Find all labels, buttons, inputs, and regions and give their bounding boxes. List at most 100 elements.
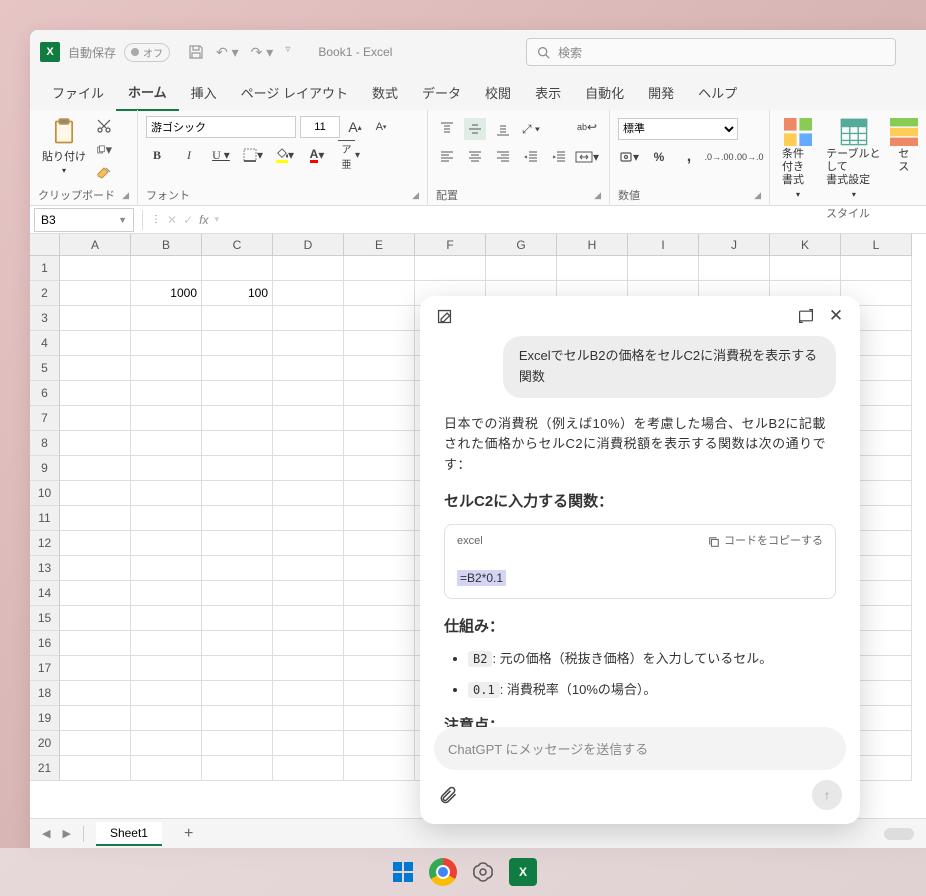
cell[interactable] (60, 756, 131, 781)
number-format-select[interactable]: 標準 (618, 118, 738, 140)
horizontal-scroll-icon[interactable] (884, 828, 914, 840)
copy-code-button[interactable]: コードをコピーする (708, 533, 823, 551)
cell[interactable] (60, 456, 131, 481)
cell[interactable] (60, 581, 131, 606)
conditional-format-button[interactable]: 条件付き 書式▾ (778, 114, 818, 203)
increase-decimal-icon[interactable]: .0→.00 (708, 146, 730, 168)
cell[interactable] (273, 481, 344, 506)
cell[interactable] (131, 581, 202, 606)
dialog-launcher-icon[interactable]: ◢ (412, 190, 419, 201)
decrease-decimal-icon[interactable]: .00→.0 (738, 146, 760, 168)
wrap-text-icon[interactable]: ab↩ (573, 116, 601, 138)
name-box[interactable]: B3 ▼ (34, 208, 134, 232)
expand-icon[interactable] (796, 306, 816, 326)
cell[interactable] (60, 281, 131, 306)
cell[interactable] (273, 431, 344, 456)
row-header[interactable]: 11 (30, 506, 60, 531)
chrome-icon[interactable] (429, 858, 457, 886)
enter-formula-icon[interactable]: ✓ (183, 213, 193, 227)
cell[interactable] (60, 381, 131, 406)
cell[interactable] (202, 756, 273, 781)
cell[interactable] (486, 256, 557, 281)
edit-icon[interactable] (434, 306, 454, 326)
cell[interactable] (699, 256, 770, 281)
cell[interactable] (131, 681, 202, 706)
cell[interactable] (60, 356, 131, 381)
undo-icon[interactable]: ↶ ▾ (216, 44, 239, 61)
cell[interactable] (273, 581, 344, 606)
cell[interactable] (344, 581, 415, 606)
cell[interactable] (273, 506, 344, 531)
cell[interactable] (202, 406, 273, 431)
cell[interactable] (202, 631, 273, 656)
row-header[interactable]: 20 (30, 731, 60, 756)
cell[interactable] (273, 256, 344, 281)
windows-start-icon[interactable] (389, 858, 417, 886)
accounting-format-icon[interactable]: ▾ (618, 146, 640, 168)
border-button[interactable]: ▾ (242, 144, 264, 166)
cell[interactable] (131, 731, 202, 756)
cell[interactable] (344, 406, 415, 431)
fx-icon[interactable]: fx (199, 213, 208, 227)
cell[interactable] (202, 431, 273, 456)
cell[interactable] (344, 706, 415, 731)
cell[interactable] (131, 506, 202, 531)
format-as-table-button[interactable]: テーブルとして 書式設定▾ (822, 114, 885, 203)
row-header[interactable]: 10 (30, 481, 60, 506)
row-header[interactable]: 5 (30, 356, 60, 381)
save-icon[interactable] (188, 44, 204, 61)
cell[interactable] (202, 656, 273, 681)
align-bottom-icon[interactable] (492, 118, 514, 140)
cell[interactable] (202, 731, 273, 756)
column-header[interactable]: I (628, 234, 699, 256)
cell[interactable] (60, 306, 131, 331)
row-header[interactable]: 19 (30, 706, 60, 731)
excel-taskbar-icon[interactable]: X (509, 858, 537, 886)
tab-ヘルプ[interactable]: ヘルプ (686, 75, 749, 110)
cell[interactable] (273, 406, 344, 431)
cell[interactable] (344, 606, 415, 631)
cell[interactable] (344, 656, 415, 681)
cell[interactable] (202, 681, 273, 706)
cell[interactable] (273, 356, 344, 381)
cell[interactable] (60, 556, 131, 581)
cell[interactable] (202, 606, 273, 631)
cell[interactable] (131, 481, 202, 506)
cell[interactable] (344, 506, 415, 531)
cell[interactable] (202, 556, 273, 581)
cell[interactable] (131, 256, 202, 281)
tab-ファイル[interactable]: ファイル (40, 75, 116, 110)
cell[interactable] (202, 481, 273, 506)
cell[interactable] (202, 581, 273, 606)
cell[interactable] (344, 631, 415, 656)
cell[interactable] (60, 681, 131, 706)
cell[interactable] (60, 631, 131, 656)
column-header[interactable]: B (131, 234, 202, 256)
align-top-icon[interactable] (436, 118, 458, 140)
column-header[interactable]: L (841, 234, 912, 256)
increase-indent-icon[interactable] (548, 146, 570, 168)
search-box[interactable]: 検索 (526, 38, 896, 66)
cell[interactable] (131, 306, 202, 331)
cell[interactable] (344, 431, 415, 456)
cell[interactable] (131, 431, 202, 456)
redo-icon[interactable]: ↷ ▾ (251, 44, 274, 61)
cell[interactable] (273, 306, 344, 331)
cell[interactable] (131, 531, 202, 556)
cell[interactable] (131, 556, 202, 581)
column-header[interactable]: C (202, 234, 273, 256)
cell[interactable] (202, 531, 273, 556)
column-header[interactable]: K (770, 234, 841, 256)
cell[interactable] (273, 656, 344, 681)
row-header[interactable]: 18 (30, 681, 60, 706)
cut-icon[interactable] (96, 118, 112, 134)
cell[interactable] (273, 731, 344, 756)
font-name-select[interactable] (146, 116, 296, 138)
cell[interactable] (273, 531, 344, 556)
cell[interactable] (841, 256, 912, 281)
cell[interactable] (60, 706, 131, 731)
cell[interactable] (273, 706, 344, 731)
column-header[interactable]: F (415, 234, 486, 256)
cell[interactable] (273, 381, 344, 406)
row-header[interactable]: 9 (30, 456, 60, 481)
